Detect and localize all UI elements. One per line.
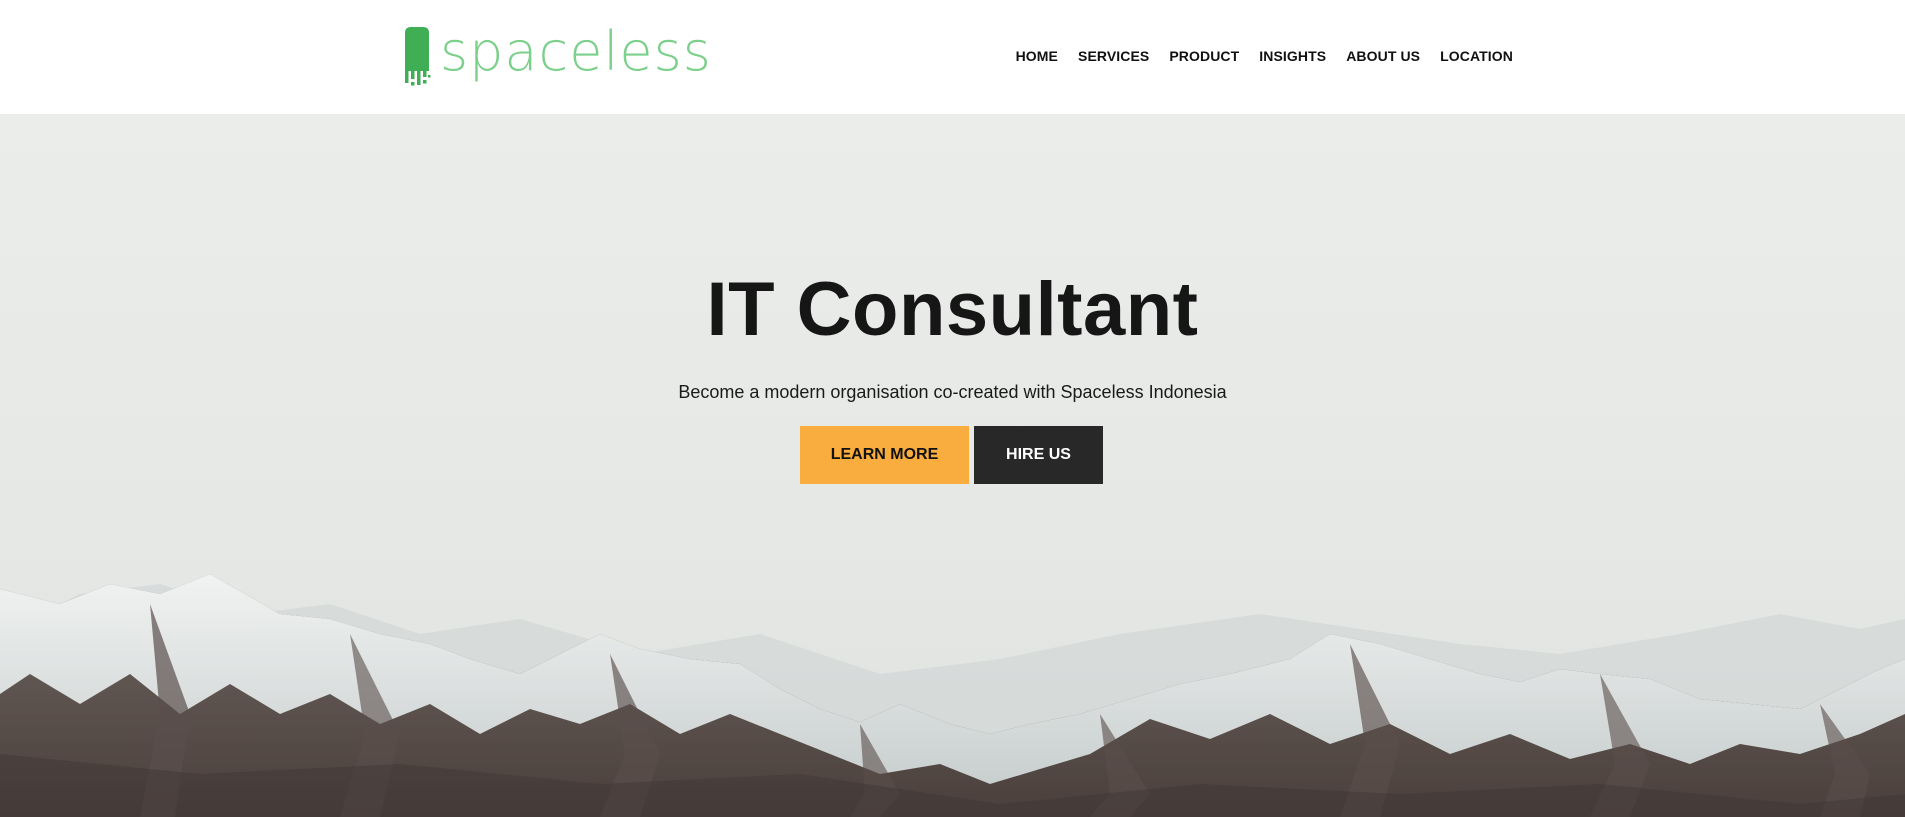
hero-subtitle: Become a modern organisation co-created … (678, 382, 1227, 402)
hero-title: IT Consultant (706, 267, 1199, 352)
nav-item-home[interactable]: HOME (1006, 44, 1068, 68)
nav-item-services[interactable]: SERVICES (1068, 44, 1159, 68)
brand-name: spaceless (440, 20, 712, 83)
nav-item-about-us[interactable]: ABOUT US (1336, 44, 1430, 68)
main-nav: HOME SERVICES PRODUCT INSIGHTS ABOUT US … (1006, 44, 1523, 68)
hire-us-button[interactable]: HIRE US (974, 426, 1103, 484)
hero-buttons: LEARN MORE HIRE US (800, 426, 1103, 484)
nav-item-location[interactable]: LOCATION (1430, 44, 1523, 68)
learn-more-button[interactable]: LEARN MORE (800, 426, 969, 484)
nav-item-product[interactable]: PRODUCT (1159, 44, 1249, 68)
spaceless-logo-icon (405, 27, 431, 86)
site-header: spaceless HOME SERVICES PRODUCT INSIGHTS… (0, 0, 1905, 114)
nav-item-insights[interactable]: INSIGHTS (1249, 44, 1336, 68)
brand-logo[interactable]: spaceless (402, 24, 712, 88)
hero-section: IT Consultant Become a modern organisati… (0, 114, 1905, 817)
